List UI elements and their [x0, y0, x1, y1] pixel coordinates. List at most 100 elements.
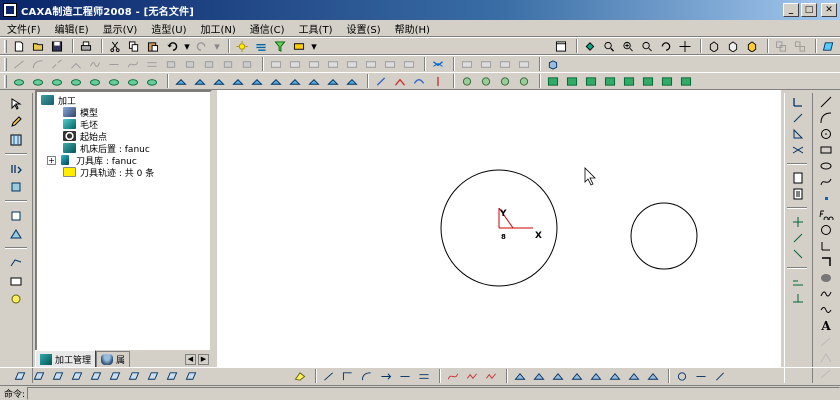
wireframe-icon[interactable] [706, 39, 722, 54]
surface-trim-icon[interactable] [268, 57, 284, 72]
process-sheet-icon[interactable] [497, 74, 513, 89]
select-arrow-icon[interactable] [7, 96, 25, 111]
surface-loft-icon[interactable] [164, 369, 180, 384]
polygon-icon[interactable] [817, 223, 835, 237]
undo-dropdown-icon[interactable]: ▾ [183, 39, 191, 54]
menu-tools[interactable]: 工具(T) [292, 21, 340, 36]
menu-machining[interactable]: 加工(N) [193, 21, 242, 36]
finish-parallel-icon[interactable] [173, 74, 189, 89]
solid-shell-icon[interactable] [626, 369, 642, 384]
cloud-curve-icon[interactable] [817, 271, 835, 285]
tab-properties[interactable]: 属 [96, 351, 131, 367]
finish-3d-offset-icon[interactable] [344, 74, 360, 89]
helix-icon[interactable] [817, 303, 835, 317]
pencil-trace-icon[interactable] [411, 74, 427, 89]
color-icon[interactable] [291, 39, 307, 54]
curve-trim-bottom-icon[interactable] [397, 369, 413, 384]
feature-revolve-icon[interactable] [7, 179, 25, 194]
toolpath-trim-icon[interactable] [564, 74, 580, 89]
toolpath-delete-icon[interactable] [621, 74, 637, 89]
redo-icon[interactable] [194, 39, 210, 54]
solid-pattern-icon[interactable] [712, 369, 728, 384]
finish-projection-icon[interactable] [287, 74, 303, 89]
transform-move-icon[interactable] [789, 215, 807, 229]
surface-revolve-icon[interactable] [31, 369, 47, 384]
surface-offset-icon[interactable] [382, 57, 398, 72]
toolpath-point-icon[interactable] [678, 74, 694, 89]
finish-surface-icon[interactable] [211, 74, 227, 89]
line-icon[interactable] [817, 95, 835, 109]
finish-area-icon[interactable] [230, 74, 246, 89]
engrave-icon[interactable] [373, 74, 389, 89]
surface-stitch-icon[interactable] [306, 57, 322, 72]
curve-corner-icon[interactable] [340, 369, 356, 384]
toolbar-grip[interactable] [4, 74, 7, 88]
scale-icon[interactable] [239, 57, 255, 72]
boolean-intersect-icon[interactable] [497, 57, 513, 72]
redo-dropdown-icon[interactable]: ▾ [213, 39, 221, 54]
ellipse-icon[interactable] [817, 159, 835, 173]
surface-reparam-icon[interactable] [401, 57, 417, 72]
query-icon[interactable] [789, 171, 807, 185]
symmetry-icon[interactable] [789, 143, 807, 157]
surface-transition-icon[interactable] [287, 57, 303, 72]
point-icon[interactable] [817, 191, 835, 205]
feature-extrude-icon[interactable] [7, 161, 25, 176]
eraser-icon[interactable] [292, 369, 308, 384]
finish-radial-icon[interactable] [249, 74, 265, 89]
title-bar[interactable]: CAXA制造工程师2008 - [无名文件] _ □ ✕ [0, 0, 840, 20]
surface-fill-icon[interactable] [183, 369, 199, 384]
layout-icon[interactable] [553, 39, 569, 54]
rotate-icon[interactable] [658, 39, 674, 54]
rough-plane-icon[interactable] [11, 74, 27, 89]
zoom-in-icon[interactable] [620, 39, 636, 54]
rough-wave-icon[interactable] [68, 74, 84, 89]
curve-stretch-icon[interactable] [378, 369, 394, 384]
corner-clear-icon[interactable] [392, 74, 408, 89]
solid-hole-icon[interactable] [674, 369, 690, 384]
curve-offset-icon[interactable] [144, 57, 160, 72]
surface-extend-icon[interactable] [363, 57, 379, 72]
tree-node-blank[interactable]: 毛坯 [41, 118, 206, 131]
tree-node-model[interactable]: 模型 [41, 106, 206, 119]
curve-join-icon[interactable] [68, 57, 84, 72]
curve-extend-icon[interactable] [106, 57, 122, 72]
circle-icon[interactable] [817, 127, 835, 141]
transform-array-icon[interactable] [789, 275, 807, 289]
spline-icon[interactable] [817, 175, 835, 189]
rough-insert-icon[interactable] [87, 74, 103, 89]
curve-wave-bottom-icon[interactable] [464, 369, 480, 384]
shaded-icon[interactable] [744, 39, 760, 54]
curve-transition-icon[interactable] [30, 57, 46, 72]
tree-node-tool-library[interactable]: + 刀具库 : fanuc [41, 154, 206, 167]
surface-extrude-icon[interactable] [12, 369, 28, 384]
menu-modeling[interactable]: 造型(U) [144, 21, 193, 36]
tab-scroll-right-icon[interactable]: ▶ [198, 354, 209, 365]
menu-communication[interactable]: 通信(C) [243, 21, 292, 36]
toolpath-break-icon[interactable] [659, 74, 675, 89]
maximize-button[interactable]: □ [801, 3, 817, 17]
solid-rib-icon[interactable] [693, 369, 709, 384]
gcode-verify-icon[interactable] [478, 74, 494, 89]
layer-icon[interactable] [253, 39, 269, 54]
toolbar-grip[interactable] [4, 57, 7, 71]
curve-smooth-bottom-icon[interactable] [445, 369, 461, 384]
boolean-cut-icon[interactable] [516, 57, 532, 72]
list-icon[interactable] [789, 187, 807, 201]
curve-smooth-icon[interactable] [125, 57, 141, 72]
solid-revolve-icon[interactable] [531, 369, 547, 384]
paste-icon[interactable] [145, 39, 161, 54]
finish-contour-icon[interactable] [192, 74, 208, 89]
surface-plane-icon[interactable] [107, 369, 123, 384]
copy-icon[interactable] [126, 39, 142, 54]
toolpath-reverse-icon[interactable] [583, 74, 599, 89]
rough-waterline-icon[interactable] [106, 74, 122, 89]
tree-node-root[interactable]: 加工 [41, 94, 206, 107]
menu-file[interactable]: 文件(F) [0, 21, 48, 36]
menu-settings[interactable]: 设置(S) [339, 21, 387, 36]
feature-fillet-icon[interactable] [7, 273, 25, 288]
curve-spline-icon[interactable] [87, 57, 103, 72]
surface-guide-icon[interactable] [145, 369, 161, 384]
boolean-subtract-icon[interactable] [478, 57, 494, 72]
ungroup-icon[interactable] [792, 39, 808, 54]
